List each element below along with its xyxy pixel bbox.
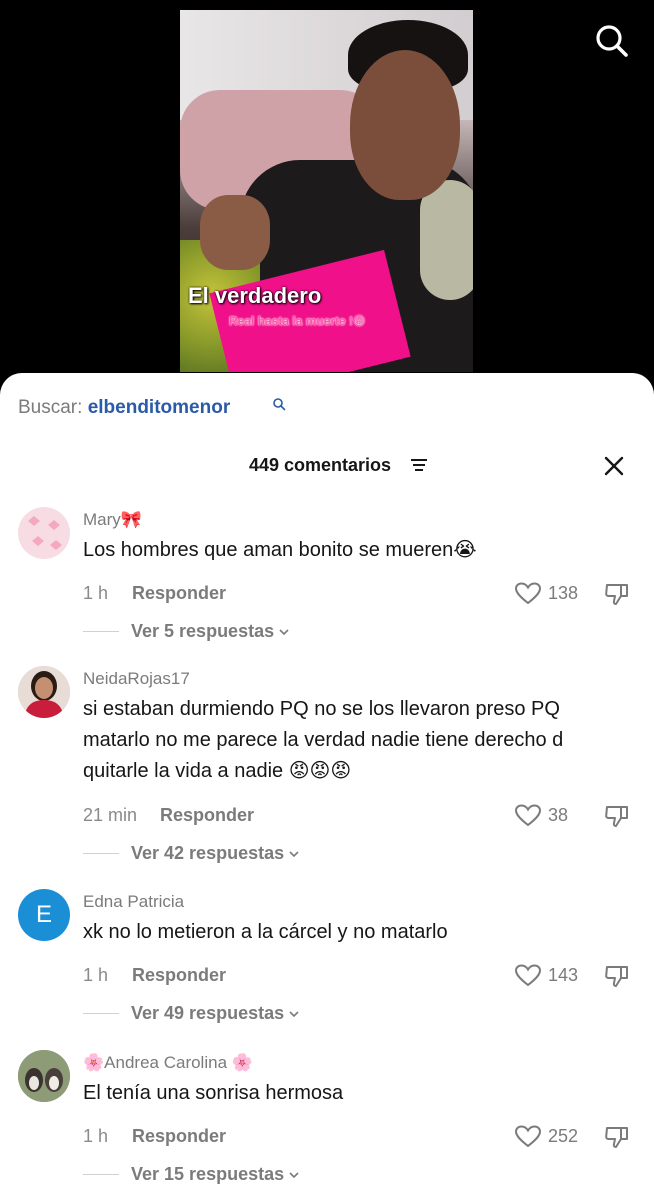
chevron-down-icon xyxy=(279,629,289,636)
comments-header: 449 comentarios xyxy=(0,453,654,477)
search-mini-icon xyxy=(273,398,286,411)
heart-icon[interactable] xyxy=(515,582,541,606)
dislike-icon[interactable] xyxy=(604,963,630,989)
replies-divider xyxy=(83,853,119,854)
replies-divider xyxy=(83,1013,119,1014)
dislike-icon[interactable] xyxy=(604,581,630,607)
video-overlay-subtitle: Real hasta la muerte !😁 xyxy=(229,314,366,328)
comment-item: Mary🎀 Los hombres que aman bonito se mue… xyxy=(0,507,654,647)
video-overlay-title: El verdadero xyxy=(188,283,322,308)
avatar[interactable] xyxy=(18,666,70,718)
like-count: 252 xyxy=(548,1126,579,1146)
replies-divider xyxy=(83,1174,119,1175)
comment-item: NeidaRojas17 si estaban durmiendo PQ no … xyxy=(0,666,654,866)
comment-text: si estaban durmiendo PQ no se los llevar… xyxy=(83,698,564,782)
comment-username[interactable]: Mary🎀 xyxy=(83,510,142,530)
avatar[interactable] xyxy=(18,1050,70,1102)
heart-icon[interactable] xyxy=(515,1125,541,1149)
avatar[interactable]: E xyxy=(18,889,70,941)
replies-divider xyxy=(83,631,119,632)
avatar-letter: E xyxy=(35,901,52,928)
view-replies-button[interactable]: Ver 42 respuestas xyxy=(131,843,300,864)
comment-item: E Edna Patricia xk no lo metieron a la c… xyxy=(0,889,654,1029)
search-icon[interactable] xyxy=(595,24,629,58)
dislike-icon[interactable] xyxy=(604,803,630,829)
comments-count: 449 comentarios xyxy=(249,455,392,475)
search-suggestion[interactable]: Buscar: elbenditomenor xyxy=(18,397,286,419)
chevron-down-icon xyxy=(289,851,299,858)
dogs-avatar-image xyxy=(18,1050,70,1102)
dislike-icon[interactable] xyxy=(604,1124,630,1150)
heart-icon[interactable] xyxy=(515,804,541,828)
view-replies-button[interactable]: Ver 15 respuestas xyxy=(131,1164,300,1185)
comment-username[interactable]: NeidaRojas17 xyxy=(83,669,190,689)
heart-icon[interactable] xyxy=(515,964,541,988)
reply-button[interactable]: Responder xyxy=(132,583,226,604)
chevron-down-icon xyxy=(289,1172,299,1179)
thumb-towel xyxy=(420,180,473,300)
thumb-hand xyxy=(200,195,270,270)
filter-icon[interactable] xyxy=(410,457,428,473)
view-replies-label: Ver 42 respuestas xyxy=(131,843,285,863)
comment-time: 21 min xyxy=(83,805,138,825)
comment-text: xk no lo metieron a la cárcel y no matar… xyxy=(83,921,448,943)
close-icon[interactable] xyxy=(603,455,625,477)
reply-button[interactable]: Responder xyxy=(132,1126,226,1147)
comment-username[interactable]: Edna Patricia xyxy=(83,892,184,912)
comment-text: El tenía una sonrisa hermosa xyxy=(83,1082,344,1104)
like-count: 138 xyxy=(548,583,579,603)
view-replies-label: Ver 15 respuestas xyxy=(131,1164,285,1184)
reply-button[interactable]: Responder xyxy=(160,805,254,826)
comment-time: 1 h xyxy=(83,1126,109,1146)
video-area[interactable]: El verdadero Real hasta la muerte !😁 xyxy=(0,0,654,400)
search-label: Buscar: xyxy=(18,397,83,418)
view-replies-label: Ver 49 respuestas xyxy=(131,1003,285,1023)
avatar[interactable] xyxy=(18,507,70,559)
view-replies-button[interactable]: Ver 49 respuestas xyxy=(131,1003,300,1024)
comment-item: 🌸Andrea Carolina 🌸 El tenía una sonrisa … xyxy=(0,1050,654,1190)
bows-avatar-image xyxy=(28,516,62,550)
view-replies-button[interactable]: Ver 5 respuestas xyxy=(131,621,290,642)
like-count: 143 xyxy=(548,965,579,985)
comment-text: Los hombres que aman bonito se mueren😭 xyxy=(83,539,477,561)
chevron-down-icon xyxy=(289,1011,299,1018)
comment-time: 1 h xyxy=(83,583,109,603)
thumb-person-face xyxy=(350,50,460,200)
comments-sheet: Buscar: elbenditomenor 449 comentarios M… xyxy=(0,373,654,1199)
comment-username[interactable]: 🌸Andrea Carolina 🌸 xyxy=(83,1053,253,1073)
like-count: 38 xyxy=(548,805,569,825)
view-replies-label: Ver 5 respuestas xyxy=(131,621,275,641)
reply-button[interactable]: Responder xyxy=(132,965,226,986)
comment-time: 1 h xyxy=(83,965,109,985)
user-photo-avatar-image xyxy=(18,666,70,718)
search-term[interactable]: elbenditomenor xyxy=(88,397,231,418)
